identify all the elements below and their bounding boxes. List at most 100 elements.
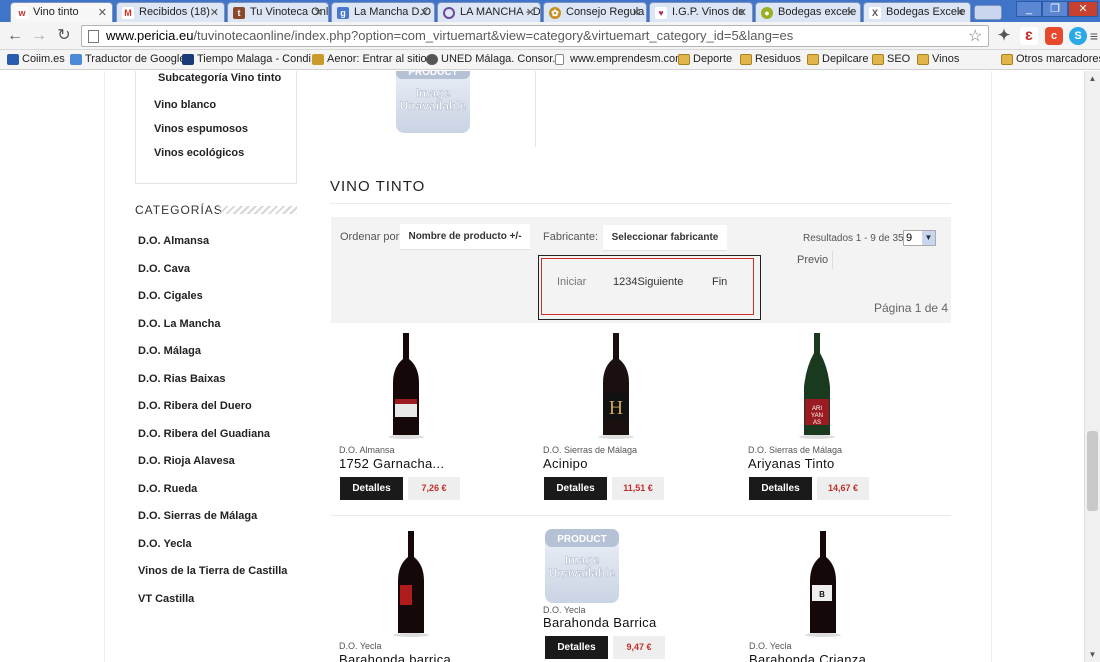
category-cava[interactable]: D.O. Cava [138, 263, 190, 275]
close-tab-icon[interactable]: ✕ [846, 6, 855, 19]
bookmark-tiempo[interactable]: Tiempo Malaga - Condi... [182, 53, 320, 65]
bookmark-emprendesm[interactable]: www.emprendesm.com [555, 53, 684, 65]
product-name[interactable]: 1752 Garnacha... [339, 456, 444, 471]
tab-la-mancha[interactable]: LA MANCHA - D ✕ [437, 2, 541, 22]
address-bar[interactable]: www.pericia.eu/tuvinotecaonline/index.ph… [81, 25, 989, 47]
close-tab-icon[interactable]: ✕ [210, 6, 219, 19]
tab-bodegas-excele[interactable]: ● Bodegas excele ✕ [755, 2, 861, 22]
vertical-scrollbar[interactable]: ▲ ▼ [1084, 71, 1100, 662]
select-maker-button[interactable]: Seleccionar fabricante [603, 225, 727, 251]
loading-icon [443, 7, 455, 19]
wine-bottle-image[interactable] [339, 527, 489, 639]
bookmark-folder-otros[interactable]: Otros marcadores [1001, 53, 1100, 65]
product-name[interactable]: Barahonda barrica [339, 652, 451, 662]
bookmark-label: Otros marcadores [1016, 53, 1100, 65]
extension-e-icon[interactable]: ɛ [1020, 27, 1038, 45]
bookmark-uned[interactable]: UNED Málaga. Consor... [426, 53, 561, 65]
wine-bottle-image[interactable]: B [749, 527, 899, 639]
category-rueda[interactable]: D.O. Rueda [138, 483, 197, 495]
bookmark-folder-residuos[interactable]: Residuos [740, 53, 801, 65]
tab-tuvinoteca[interactable]: t Tu Vinoteca Onl ✕ [227, 2, 329, 22]
subcategory-vinos-ecologicos[interactable]: Vinos ecológicos [154, 147, 244, 159]
subcategory-vino-blanco[interactable]: Vino blanco [154, 99, 216, 111]
subcategory-box: Subcategoría Vino tinto Vino blanco Vino… [135, 71, 297, 184]
reload-icon[interactable]: ↻ [54, 26, 74, 46]
x-icon: X [869, 7, 881, 19]
tab-gmail[interactable]: M Recibidos (18) - ✕ [116, 2, 225, 22]
wine-bottle-image[interactable] [339, 329, 489, 441]
new-tab-button[interactable] [974, 5, 1002, 20]
bookmark-folder-seo[interactable]: SEO [872, 53, 910, 65]
category-rioja-alavesa[interactable]: D.O. Rioja Alavesa [138, 455, 235, 467]
product-maker: D.O. Yecla [543, 605, 586, 615]
placeholder-image[interactable]: PRODUCT Image Unavailable [396, 71, 470, 133]
pager-start[interactable]: Iniciar [557, 276, 586, 288]
category-ribera-del-guadiana[interactable]: D.O. Ribera del Guadiana [138, 428, 270, 440]
extension-c-icon[interactable]: c [1045, 27, 1063, 45]
category-sierras-de-malaga[interactable]: D.O. Sierras de Málaga [138, 510, 257, 522]
w-logo-icon: w [16, 7, 28, 19]
product-price: 9,47 € [613, 636, 665, 659]
skype-icon[interactable]: S [1069, 27, 1087, 45]
close-tab-icon[interactable]: ✕ [526, 6, 535, 19]
close-tab-icon[interactable]: ✕ [956, 6, 965, 19]
close-tab-icon[interactable]: ✕ [632, 6, 641, 19]
category-vt-castilla[interactable]: VT Castilla [138, 593, 194, 605]
igp-icon: ♥ [655, 7, 667, 19]
product-name[interactable]: Barahonda Crianza [749, 652, 866, 662]
back-icon[interactable]: ← [5, 26, 25, 46]
tab-vino-tinto[interactable]: w Vino tinto ✕ [10, 2, 113, 22]
bookmark-star-icon[interactable]: ☆ [968, 26, 982, 46]
pager-end[interactable]: Fin [712, 276, 727, 288]
close-tab-icon[interactable]: ✕ [314, 6, 323, 19]
bookmark-folder-vinos[interactable]: Vinos [917, 53, 959, 65]
per-page-select[interactable]: 9 ▼ [903, 230, 936, 246]
product-name[interactable]: Barahonda Barrica [543, 615, 657, 630]
scroll-down-icon[interactable]: ▼ [1085, 647, 1100, 662]
placeholder-line1: PRODUCT [408, 71, 457, 78]
maximize-icon[interactable]: ❐ [1042, 1, 1068, 17]
forward-icon[interactable]: → [29, 26, 49, 46]
close-tab-icon[interactable]: ✕ [420, 6, 429, 19]
category-cigales[interactable]: D.O. Cigales [138, 290, 203, 302]
bookmark-folder-depilcare[interactable]: Depilcare [807, 53, 868, 65]
details-button[interactable]: Detalles [749, 477, 812, 500]
close-tab-icon[interactable]: ✕ [98, 6, 107, 19]
details-button[interactable]: Detalles [340, 477, 403, 500]
subcategory-vino-tinto[interactable]: Subcategoría Vino tinto [158, 72, 281, 84]
tab-igp[interactable]: ♥ I.G.P. Vinos de ✕ [649, 2, 753, 22]
scroll-up-icon[interactable]: ▲ [1085, 71, 1100, 86]
details-button[interactable]: Detalles [544, 477, 607, 500]
bookmark-folder-deporte[interactable]: Deporte [678, 53, 732, 65]
details-button[interactable]: Detalles [545, 636, 608, 659]
category-ribera-del-duero[interactable]: D.O. Ribera del Duero [138, 400, 252, 412]
tab-la-mancha-do[interactable]: g La Mancha D.O ✕ [331, 2, 435, 22]
bookmark-traductor[interactable]: Traductor de Google [70, 53, 185, 65]
category-malaga[interactable]: D.O. Málaga [138, 345, 201, 357]
product-maker: D.O. Almansa [339, 445, 395, 455]
product-name[interactable]: Acinipo [543, 456, 588, 471]
scroll-thumb[interactable] [1087, 431, 1098, 511]
category-vinos-tierra-castilla[interactable]: Vinos de la Tierra de Castilla [138, 565, 287, 577]
category-la-mancha[interactable]: D.O. La Mancha [138, 318, 221, 330]
menu-icon[interactable]: ≡ [1088, 27, 1100, 45]
close-window-icon[interactable]: ✕ [1068, 1, 1098, 17]
category-rias-baixas[interactable]: D.O. Rias Baixas [138, 373, 225, 385]
tab-consejo[interactable]: ✿ Consejo Regula ✕ [543, 2, 647, 22]
bookmark-coiim[interactable]: Coiim.es [7, 53, 65, 65]
subcategory-vinos-espumosos[interactable]: Vinos espumosos [154, 123, 248, 135]
pager-pages[interactable]: 1234Siguiente [613, 276, 683, 288]
product-name[interactable]: Ariyanas Tinto [748, 456, 835, 471]
wine-bottle-image[interactable]: H [543, 329, 693, 441]
previous-link[interactable]: Previo [797, 254, 828, 266]
category-almansa[interactable]: D.O. Almansa [138, 235, 209, 247]
bookmark-aenor[interactable]: Aenor: Entrar al sitio [312, 53, 427, 65]
tab-bodegas-excele-2[interactable]: X Bodegas Excele ✕ [863, 2, 971, 22]
order-by-button[interactable]: Nombre de producto +/- [400, 224, 530, 250]
wine-bottle-image[interactable]: ARI YAN AS [748, 329, 898, 441]
minimize-icon[interactable]: _ [1016, 1, 1042, 17]
extension-wrench-icon[interactable]: ✦ [995, 27, 1013, 45]
product-maker: D.O. Sierras de Málaga [748, 445, 843, 455]
close-tab-icon[interactable]: ✕ [738, 6, 747, 19]
category-yecla[interactable]: D.O. Yecla [138, 538, 192, 550]
